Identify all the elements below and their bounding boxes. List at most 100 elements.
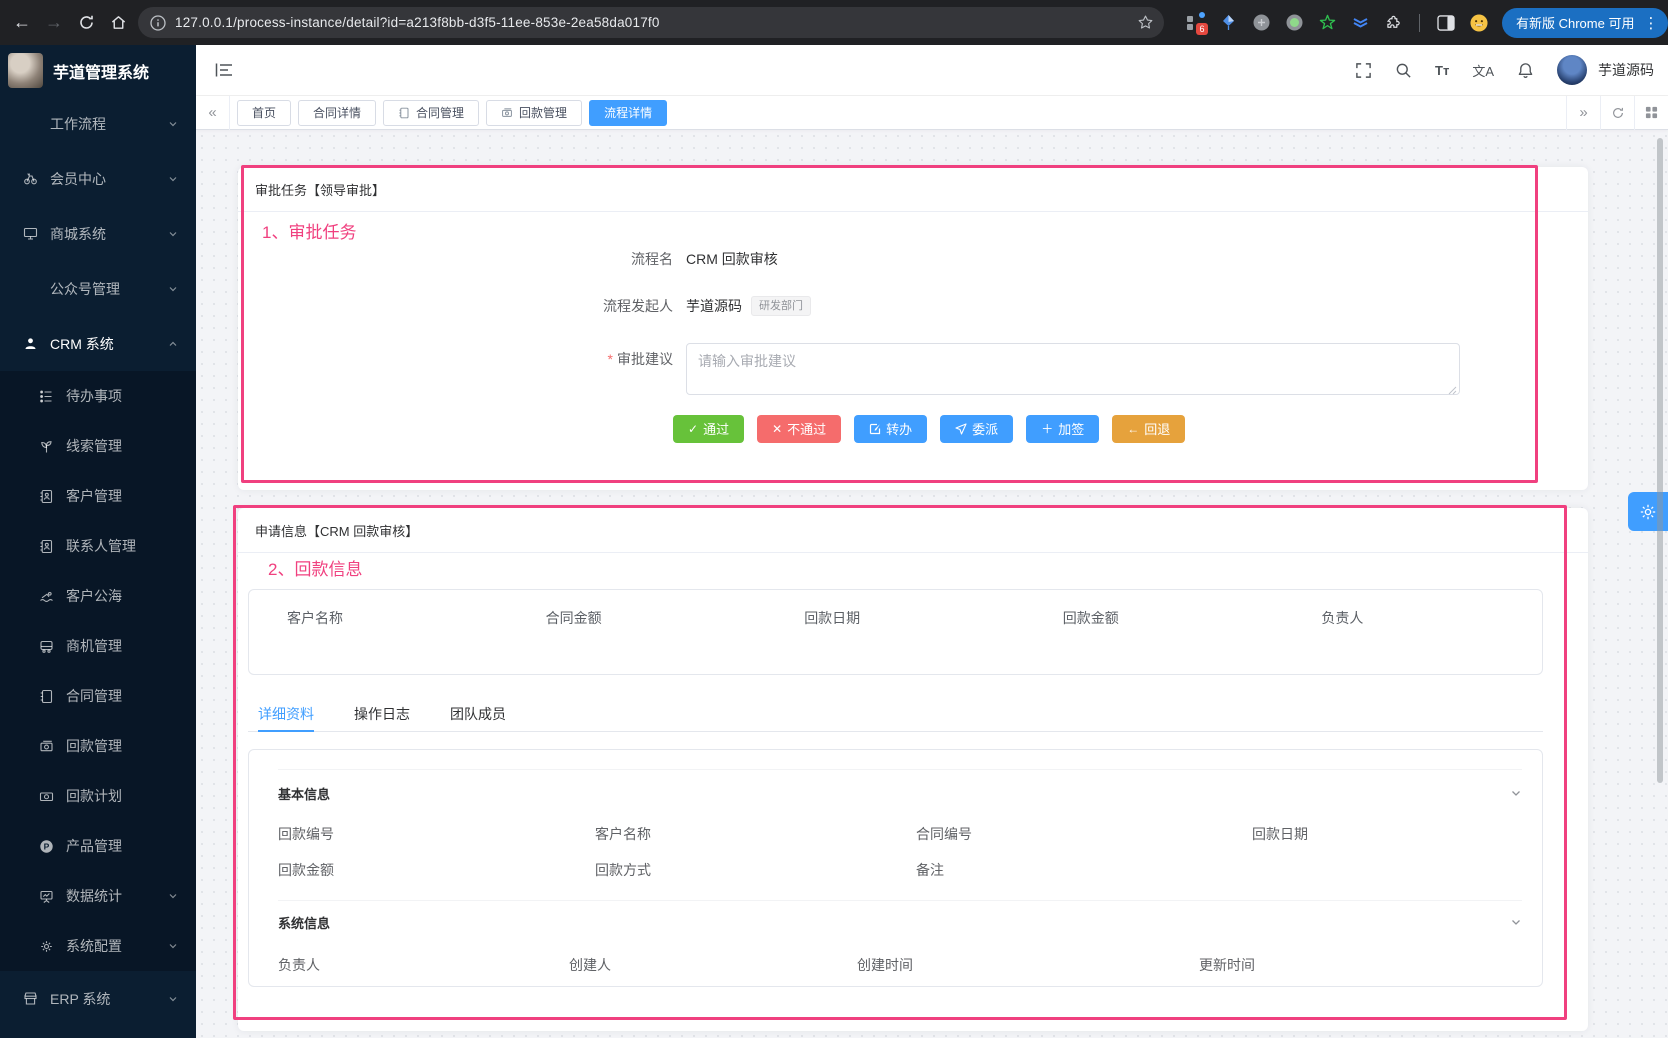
tab-operation-log[interactable]: 操作日志	[354, 697, 410, 731]
sidebar-fold-button[interactable]	[206, 52, 242, 88]
extension-icon-kite[interactable]	[1219, 14, 1237, 32]
initiator-label: 流程发起人	[238, 296, 673, 316]
sidebar-item-product[interactable]: P 产品管理	[0, 821, 196, 871]
extension-icon-blue-layers[interactable]	[1351, 14, 1369, 32]
language-button[interactable]: 文A	[1472, 61, 1494, 80]
sidebar-item-contact[interactable]: 联系人管理	[0, 521, 196, 571]
extensions-puzzle-icon[interactable]	[1384, 14, 1402, 32]
tab-receivable-manage[interactable]: 回款管理	[486, 100, 582, 126]
tabs-scroll-left-button[interactable]: «	[196, 96, 230, 130]
sidebar-item-official-account[interactable]: 公众号管理	[0, 261, 196, 316]
request-info-card: 2、回款信息 申请信息【CRM 回款审核】 客户名称 合同金额 回款日期 回款金…	[238, 508, 1588, 1031]
process-name-label: 流程名	[238, 249, 673, 269]
sidebar-item-contract[interactable]: 合同管理	[0, 671, 196, 721]
search-button[interactable]	[1395, 62, 1412, 79]
field-label: 回款编号	[278, 824, 595, 844]
product-p-icon: P	[38, 838, 54, 854]
profile-avatar-emoji[interactable]	[1470, 14, 1488, 32]
tab-detail-info[interactable]: 详细资料	[258, 697, 314, 731]
extension-icon-green-star[interactable]	[1318, 14, 1336, 32]
detail-tabs: 详细资料 操作日志 团队成员	[248, 697, 1543, 732]
notification-bell-icon[interactable]	[1517, 62, 1534, 79]
tabs-scroll-right-button[interactable]: »	[1566, 96, 1600, 130]
tab-contract-manage[interactable]: 合同管理	[383, 100, 479, 126]
customer-book-icon	[38, 488, 54, 504]
sidebar-item-business[interactable]: 商机管理	[0, 621, 196, 671]
sidebar-item-customer-pool[interactable]: 客户公海	[0, 571, 196, 621]
initiator-dept-tag: 研发部门	[751, 296, 811, 316]
sidebar-item-receivable[interactable]: 回款管理	[0, 721, 196, 771]
browser-reload-button[interactable]	[70, 7, 102, 39]
user-avatar[interactable]	[1557, 55, 1587, 85]
chevron-down-icon[interactable]	[1510, 787, 1522, 799]
approve-button[interactable]: ✓ 通过	[673, 415, 744, 443]
sidebar-item-mall[interactable]: 商城系统	[0, 206, 196, 261]
edit-icon	[869, 423, 881, 435]
add-sign-button[interactable]: ＋ 加签	[1026, 415, 1099, 443]
basic-info-section-header[interactable]: 基本信息	[278, 784, 1522, 802]
resize-grip-icon[interactable]	[1448, 386, 1457, 395]
back-arrow-icon: ←	[1127, 423, 1139, 435]
annotation-label-2: 2、回款信息	[268, 555, 362, 580]
extension-icon-badged[interactable]: 6	[1186, 14, 1204, 32]
username[interactable]: 芋道源码	[1598, 60, 1654, 80]
statistics-board-icon	[38, 888, 54, 904]
return-button[interactable]: ← 回退	[1112, 415, 1185, 443]
sidebar-item-member[interactable]: 会员中心	[0, 151, 196, 206]
tab-home[interactable]: 首页	[237, 100, 291, 126]
opinion-textarea[interactable]	[686, 343, 1460, 395]
chrome-update-button[interactable]: 有新版 Chrome 可用 ⋮	[1502, 8, 1668, 38]
tab-team-members[interactable]: 团队成员	[450, 697, 506, 731]
app-logo[interactable]: 芋道管理系统	[0, 45, 196, 96]
logo-image	[8, 53, 43, 88]
contract-book-icon	[398, 107, 410, 119]
extension-icon-gray-circle[interactable]	[1252, 14, 1270, 32]
business-bus-icon	[38, 638, 54, 654]
table-header-cell: 客户名称	[249, 608, 508, 674]
toolbar-separator	[1419, 14, 1420, 32]
tab-process-detail[interactable]: 流程详情	[589, 100, 667, 126]
plus-icon: ＋	[1041, 423, 1053, 435]
tab-contract-detail[interactable]: 合同详情	[298, 100, 376, 126]
address-bar[interactable]: 127.0.0.1/process-instance/detail?id=a21…	[138, 7, 1164, 38]
side-panel-button[interactable]	[1437, 14, 1455, 32]
sidebar-item-receivable-plan[interactable]: 回款计划	[0, 771, 196, 821]
table-header-cell: 回款金额	[1025, 608, 1284, 674]
reject-button[interactable]: ✕ 不通过	[757, 415, 841, 443]
sidebar-item-system-config[interactable]: 系统配置	[0, 921, 196, 971]
bookmark-star-icon[interactable]	[1137, 14, 1154, 31]
tab-refresh-button[interactable]	[1600, 96, 1634, 130]
sidebar-item-clue[interactable]: 线索管理	[0, 421, 196, 471]
sidebar-item-statistics[interactable]: 数据统计	[0, 871, 196, 921]
app-header: Tᴛ 文A 芋道源码	[196, 45, 1668, 96]
extension-icon-green-circle[interactable]	[1285, 14, 1303, 32]
annotation-label-1: 1、审批任务	[262, 218, 356, 243]
font-size-button[interactable]: Tᴛ	[1435, 63, 1449, 78]
sidebar-item-customer[interactable]: 客户管理	[0, 471, 196, 521]
chevron-down-icon	[168, 941, 178, 951]
browser-home-button[interactable]	[102, 7, 134, 39]
transfer-button[interactable]: 转办	[854, 415, 927, 443]
chevron-down-icon	[168, 119, 178, 129]
delegate-button[interactable]: 委派	[940, 415, 1013, 443]
sidebar-item-todo[interactable]: 待办事项	[0, 371, 196, 421]
browser-menu-icon[interactable]: ⋮	[1643, 14, 1658, 32]
chrome-update-label: 有新版 Chrome 可用	[1516, 13, 1634, 32]
sidebar-item-crm[interactable]: CRM 系统	[0, 316, 196, 371]
browser-forward-button[interactable]: →	[38, 7, 70, 39]
tab-layout-grid-button[interactable]	[1634, 96, 1668, 130]
fullscreen-button[interactable]	[1355, 62, 1372, 79]
detail-panel: 基本信息 回款编号 客户名称 合同编号 回款日期 回款金额 回款方式 备注	[248, 749, 1543, 987]
table-header-cell: 回款日期	[766, 608, 1025, 674]
browser-back-button[interactable]: ←	[6, 7, 38, 39]
system-info-section-header[interactable]: 系统信息	[278, 913, 1522, 931]
crm-user-icon	[22, 336, 38, 352]
sidebar-item-workflow[interactable]: 工作流程	[0, 96, 196, 151]
approval-task-card: 1、审批任务 审批任务【领导审批】 流程名 CRM 回款审核 流程发起人 芋道源…	[238, 167, 1588, 490]
field-label: 创建时间	[857, 955, 1199, 975]
content-scrollbar[interactable]	[1657, 138, 1663, 783]
site-info-icon[interactable]	[150, 15, 166, 31]
sidebar-item-erp[interactable]: ERP 系统	[0, 971, 196, 1026]
chevron-down-icon[interactable]	[1510, 916, 1522, 928]
crm-submenu: 待办事项 线索管理 客户管理 联系人管理 客户公海 商机管理	[0, 371, 196, 971]
